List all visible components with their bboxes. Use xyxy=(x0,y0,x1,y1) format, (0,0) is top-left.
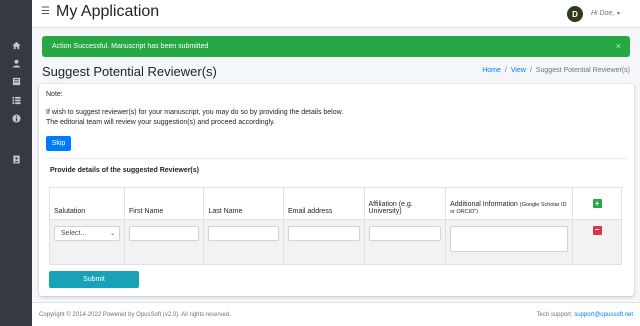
section-title: Provide details of the suggested Reviewe… xyxy=(50,167,199,174)
support-email-link[interactable]: support@opussoft.net xyxy=(574,312,633,318)
table-row: Select... ⌄ − xyxy=(49,219,622,265)
list-icon[interactable] xyxy=(9,93,23,107)
skip-button[interactable]: Skip xyxy=(46,136,71,151)
submit-button[interactable]: Submit xyxy=(49,271,139,288)
cell-email xyxy=(282,219,365,265)
cell-first-name xyxy=(123,219,205,265)
sidebar xyxy=(0,0,32,326)
chevron-down-icon: ⌄ xyxy=(109,231,115,237)
top-navbar: ☰ My Application D Hi Doe, ▾ xyxy=(32,0,640,28)
salutation-selected-value: Select... xyxy=(61,230,87,237)
user-greeting[interactable]: Hi Doe, xyxy=(591,10,614,17)
tech-support: Tech support: support@opussoft.net xyxy=(537,312,634,318)
book-icon[interactable] xyxy=(9,74,23,88)
remove-row-button[interactable]: − xyxy=(592,226,602,235)
chevron-down-icon[interactable]: ▾ xyxy=(617,10,620,17)
breadcrumb-current: Suggest Potential Reviewer(s) xyxy=(535,67,630,74)
reviewer-card: Note: If wish to suggest reviewer(s) for… xyxy=(39,84,634,296)
tech-support-label: Tech support: xyxy=(536,312,573,318)
breadcrumb-view-link[interactable]: View xyxy=(511,67,526,74)
copyright-text: Copyright © 2014-2022 Powered by OpusSof… xyxy=(39,312,231,318)
add-row-button[interactable]: + xyxy=(592,199,602,208)
cell-additional-info xyxy=(445,219,574,265)
additional-info-label: Additional Information xyxy=(450,201,518,208)
home-icon[interactable] xyxy=(9,38,23,52)
user-icon[interactable] xyxy=(9,56,23,70)
success-alert: Action Successful. Manuscript has been s… xyxy=(42,36,630,57)
col-additional-info: Additional Information (Google Scholar I… xyxy=(445,187,574,220)
close-icon[interactable]: × xyxy=(616,41,621,51)
cell-actions: − xyxy=(572,219,622,265)
avatar[interactable]: D xyxy=(567,6,583,22)
app-title: My Application xyxy=(56,3,160,20)
info-icon[interactable] xyxy=(9,111,23,125)
note-line-2: The editorial team will review your sugg… xyxy=(46,119,276,126)
cell-last-name xyxy=(203,219,284,265)
reviewer-table: Salutation First Name Last Name Email ad… xyxy=(49,187,622,265)
cell-affiliation xyxy=(363,219,447,265)
email-input[interactable] xyxy=(287,226,360,241)
col-first-name: First Name xyxy=(123,187,205,220)
note-label: Note: xyxy=(46,91,63,98)
footer: Copyright © 2014-2022 Powered by OpusSof… xyxy=(32,302,640,326)
breadcrumb: Home / View / Suggest Potential Reviewer(s) xyxy=(482,67,630,74)
page-title: Suggest Potential Reviewer(s) xyxy=(42,64,217,79)
col-salutation: Salutation xyxy=(49,187,125,220)
alert-message: Action Successful. Manuscript has been s… xyxy=(52,43,209,50)
table-header-row: Salutation First Name Last Name Email ad… xyxy=(49,187,622,220)
cell-salutation: Select... ⌄ xyxy=(49,219,125,265)
col-actions: + xyxy=(572,187,622,220)
salutation-select[interactable]: Select... ⌄ xyxy=(54,226,120,241)
note-line-1: If wish to suggest reviewer(s) for your … xyxy=(46,109,344,116)
divider xyxy=(44,158,626,159)
col-email: Email address xyxy=(282,187,365,220)
affiliation-input[interactable] xyxy=(368,226,442,241)
hamburger-icon[interactable]: ☰ xyxy=(41,7,50,17)
breadcrumb-home-link[interactable]: Home xyxy=(482,67,501,74)
last-name-input[interactable] xyxy=(208,226,279,241)
first-name-input[interactable] xyxy=(129,226,200,241)
additional-info-textarea[interactable] xyxy=(450,226,569,252)
col-last-name: Last Name xyxy=(203,187,284,220)
breadcrumb-separator: / xyxy=(529,67,532,74)
id-card-icon[interactable] xyxy=(9,152,23,166)
breadcrumb-separator: / xyxy=(504,67,507,74)
col-affiliation: Affiliation (e.g. University) xyxy=(363,187,447,220)
